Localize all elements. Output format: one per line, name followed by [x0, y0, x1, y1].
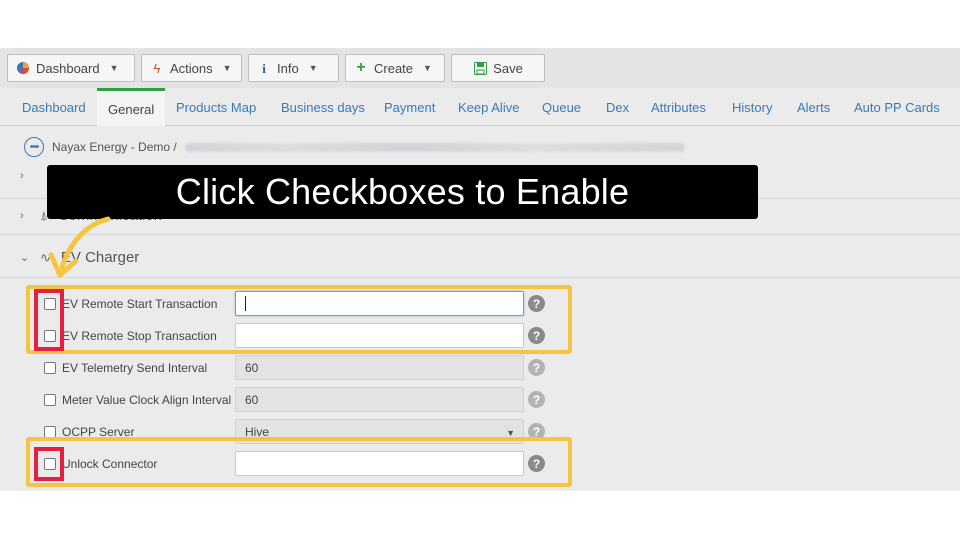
plus-icon: + [356, 59, 366, 76]
form-row-ev-telemetry-interval: EV Telemetry Send Interval 60 ? [44, 355, 545, 381]
breadcrumb-blurred-path [184, 142, 685, 152]
more-options-icon[interactable]: ••• [24, 137, 44, 157]
save-button-label: Save [493, 60, 523, 76]
tab-alerts[interactable]: Alerts [797, 100, 830, 115]
chevron-down-icon: ▼ [222, 63, 232, 73]
info-button-label: Info [277, 60, 299, 76]
chevron-down-icon: ▼ [423, 63, 432, 73]
tab-dashboard[interactable]: Dashboard [22, 100, 86, 115]
collapsed-section[interactable]: › [20, 170, 30, 182]
help-icon[interactable]: ? [528, 359, 545, 376]
highlight-box-remote-transactions [26, 285, 572, 354]
tutorial-frame: Dashboard ▼ ϟ Actions ▼ i Info ▼ + Creat… [0, 0, 960, 540]
tab-payment[interactable]: Payment [384, 100, 435, 115]
actions-button-label: Actions [170, 60, 213, 76]
ev-telemetry-interval-input[interactable]: 60 [235, 355, 524, 380]
tab-general[interactable]: General [97, 88, 166, 126]
save-icon [473, 61, 487, 75]
chevron-down-icon: ⌄ [20, 252, 30, 264]
chevron-right-icon: › [20, 209, 24, 222]
dashboard-button-label: Dashboard [36, 60, 100, 76]
checkbox-marker-unlock [34, 447, 64, 481]
info-icon: i [262, 60, 266, 76]
dashboard-button[interactable]: Dashboard ▼ [7, 54, 135, 82]
form-row-meter-value-interval: Meter Value Clock Align Interval 60 ? [44, 387, 545, 413]
create-button[interactable]: + Create ▼ [345, 54, 445, 82]
chevron-down-icon: ▼ [109, 63, 119, 73]
ev-telemetry-interval-checkbox[interactable] [44, 362, 56, 374]
tab-keep-alive[interactable]: Keep Alive [458, 100, 519, 115]
tab-business-days[interactable]: Business days [281, 100, 365, 115]
chevron-right-icon: › [20, 170, 24, 182]
pie-chart-icon [16, 61, 30, 75]
chevron-down-icon: ▼ [308, 63, 318, 73]
pointer-arrow-icon [48, 216, 111, 278]
help-icon[interactable]: ? [528, 391, 545, 408]
create-button-label: Create [374, 60, 414, 76]
tab-attributes[interactable]: Attributes [651, 100, 706, 115]
meter-value-interval-label: Meter Value Clock Align Interval [62, 393, 232, 407]
toolbar: Dashboard ▼ ϟ Actions ▼ i Info ▼ + Creat… [0, 48, 960, 88]
tab-bar: Dashboard General Products Map Business … [0, 88, 960, 126]
info-button[interactable]: i Info ▼ [248, 54, 339, 82]
lightning-icon: ϟ [153, 60, 161, 76]
highlight-box-unlock-connector [26, 437, 572, 487]
tab-auto-pp-cards[interactable]: Auto PP Cards [854, 100, 940, 115]
tab-history[interactable]: History [732, 100, 772, 115]
tab-products-map[interactable]: Products Map [176, 100, 256, 115]
save-button[interactable]: Save [451, 54, 545, 82]
ev-telemetry-interval-label: EV Telemetry Send Interval [62, 361, 208, 375]
tab-queue[interactable]: Queue [542, 100, 581, 115]
breadcrumb-root[interactable]: Nayax Energy - Demo / [52, 140, 177, 154]
breadcrumb: ••• Nayax Energy - Demo / [24, 136, 685, 158]
tab-dex[interactable]: Dex [606, 100, 629, 115]
checkbox-marker-remote [34, 289, 64, 351]
actions-button[interactable]: ϟ Actions ▼ [141, 54, 242, 82]
meter-value-interval-input[interactable]: 60 [235, 387, 524, 412]
meter-value-interval-checkbox[interactable] [44, 394, 56, 406]
